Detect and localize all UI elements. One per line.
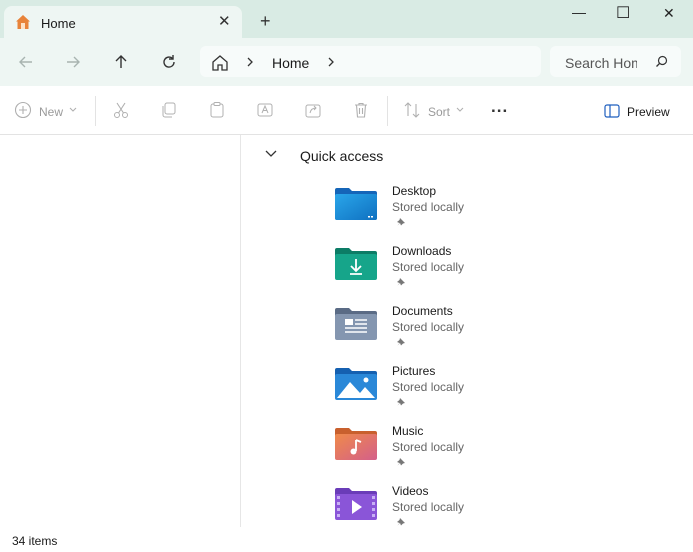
- rename-icon[interactable]: [256, 101, 274, 119]
- refresh-icon[interactable]: [159, 52, 179, 72]
- up-arrow-icon[interactable]: [111, 52, 131, 72]
- folder-name[interactable]: Downloads: [392, 244, 451, 258]
- folder-status: Stored locally: [392, 500, 465, 514]
- pin-icon: [397, 518, 405, 526]
- more-options-button[interactable]: ...: [491, 97, 508, 117]
- chevron-down-icon[interactable]: [264, 149, 278, 159]
- downloads-folder-icon[interactable]: [334, 247, 378, 281]
- pin-icon: [397, 218, 405, 226]
- chevron-right-icon[interactable]: [245, 56, 255, 68]
- navigation-pane[interactable]: [0, 135, 241, 527]
- command-bar: [0, 86, 693, 135]
- search-icon[interactable]: [655, 55, 668, 68]
- maximize-button[interactable]: ☐: [616, 3, 630, 23]
- chevron-down-icon: [456, 107, 464, 112]
- desktop-folder-icon[interactable]: [334, 187, 378, 221]
- quick-access-header[interactable]: Quick access: [300, 148, 383, 164]
- pin-icon: [397, 458, 405, 466]
- back-arrow-icon[interactable]: [16, 52, 36, 72]
- folder-name[interactable]: Videos: [392, 484, 428, 498]
- toolbar-divider: [95, 96, 96, 126]
- sort-button[interactable]: Sort: [428, 105, 450, 119]
- preview-pane-icon[interactable]: [604, 104, 620, 118]
- home-outline-icon[interactable]: [210, 53, 230, 73]
- share-icon[interactable]: [304, 101, 322, 119]
- folder-status: Stored locally: [392, 380, 465, 394]
- plus-circle-icon[interactable]: [14, 101, 32, 119]
- folder-name[interactable]: Documents: [392, 304, 453, 318]
- sort-icon[interactable]: [403, 101, 421, 119]
- folder-name[interactable]: Music: [392, 424, 423, 438]
- music-folder-icon[interactable]: [334, 427, 378, 461]
- paste-icon[interactable]: [208, 101, 226, 119]
- cut-icon[interactable]: [112, 101, 130, 119]
- close-button[interactable]: ✕: [663, 5, 675, 22]
- copy-icon[interactable]: [160, 101, 178, 119]
- toolbar-divider: [387, 96, 388, 126]
- home-icon: [16, 15, 30, 29]
- folder-status: Stored locally: [392, 320, 465, 334]
- tab-title: Home: [41, 16, 76, 31]
- folder-status: Stored locally: [392, 440, 465, 454]
- folder-name[interactable]: Pictures: [392, 364, 435, 378]
- chevron-down-icon: [69, 107, 77, 112]
- pictures-folder-icon[interactable]: [334, 367, 378, 401]
- videos-folder-icon[interactable]: [334, 487, 378, 521]
- tab-home[interactable]: [4, 6, 242, 38]
- new-button[interactable]: New: [39, 105, 63, 119]
- folder-status: Stored locally: [392, 200, 465, 214]
- search-input[interactable]: Search Home: [565, 55, 637, 71]
- pin-icon: [397, 338, 405, 346]
- breadcrumb-home[interactable]: Home: [272, 55, 309, 71]
- chevron-right-icon[interactable]: [326, 56, 336, 68]
- documents-folder-icon[interactable]: [334, 307, 378, 341]
- tab-close-button[interactable]: ✕: [218, 12, 231, 30]
- new-tab-button[interactable]: +: [260, 11, 271, 32]
- preview-button[interactable]: Preview: [627, 105, 670, 119]
- delete-icon[interactable]: [352, 101, 370, 119]
- item-count: 34 items: [12, 534, 58, 548]
- pin-icon: [397, 278, 405, 286]
- forward-arrow-icon[interactable]: [63, 52, 83, 72]
- folder-name[interactable]: Desktop: [392, 184, 436, 198]
- minimize-button[interactable]: —: [572, 4, 586, 20]
- pin-icon: [397, 398, 405, 406]
- folder-status: Stored locally: [392, 260, 465, 274]
